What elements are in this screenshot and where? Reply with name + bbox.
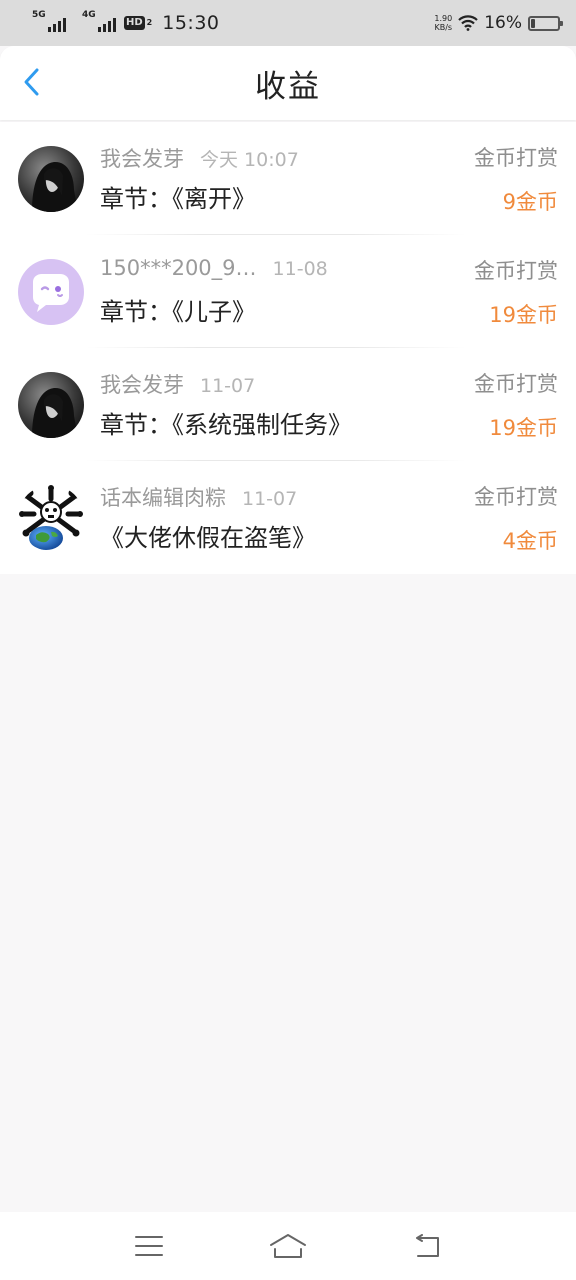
list-item[interactable]: 我会发芽 今天 10:07 章节：《离开》 金币打赏 9金币 [0, 122, 576, 235]
chapter-title: 《大佬休假在盗笔》 [100, 524, 316, 552]
hd-icon: HD [124, 16, 145, 30]
hooded-figure-avatar-icon [18, 145, 84, 212]
avatar[interactable] [18, 484, 84, 551]
row-right: 金币打赏 4金币 [474, 481, 558, 555]
page-title: 收益 [255, 68, 321, 105]
signal-4g-icon: 4G [82, 10, 116, 32]
row-right: 金币打赏 19金币 [474, 255, 558, 329]
chat-bubble-avatar-icon [18, 258, 84, 325]
network-speed-value: 1.90 [434, 14, 453, 23]
reward-amount: 19金币 [489, 415, 558, 440]
row-right: 金币打赏 19金币 [474, 368, 558, 442]
reward-amount: 4金币 [502, 528, 558, 553]
home-button[interactable] [266, 1226, 310, 1266]
row-meta: 话本编辑肉粽 11-07 [100, 482, 474, 512]
battery-percent: 16% [484, 13, 522, 33]
income-list: 我会发芽 今天 10:07 章节：《离开》 金币打赏 9金币 150***200… [0, 122, 576, 574]
signal-4g-label: 4G [82, 10, 96, 20]
record-time: 11-07 [200, 375, 256, 397]
row-text: 我会发芽 11-07 章节：《系统强制任务》 [100, 369, 474, 440]
status-bar: 5G 4G HD 2 15:30 1.90 KB/s 16% [0, 0, 576, 46]
row-meta: 我会发芽 11-07 [100, 369, 474, 399]
reward-amount: 9金币 [502, 189, 558, 214]
list-item[interactable]: 150***200_9… 11-08 章节：《儿子》 金币打赏 19金币 [0, 235, 576, 348]
menu-button[interactable] [127, 1226, 171, 1266]
menu-icon [135, 1236, 164, 1256]
user-name: 150***200_9… [100, 256, 257, 280]
signal-5g-label: 5G [32, 10, 46, 20]
row-meta: 150***200_9… 11-08 [100, 256, 474, 286]
user-name: 我会发芽 [100, 373, 184, 397]
chapter-title: 章节：《儿子》 [100, 298, 256, 326]
record-time: 11-08 [272, 258, 328, 280]
clock: 15:30 [162, 12, 220, 34]
screen: 5G 4G HD 2 15:30 1.90 KB/s 16% 收益 我会发芽 今… [0, 0, 576, 1280]
avatar[interactable] [18, 371, 84, 438]
record-time: 11-07 [242, 488, 298, 510]
record-time: 今天 10:07 [200, 149, 299, 171]
battery-icon [528, 15, 563, 31]
back-button[interactable] [14, 64, 50, 100]
hd-sub-label: 2 [146, 18, 153, 27]
row-right: 金币打赏 9金币 [474, 142, 558, 216]
user-name: 我会发芽 [100, 147, 184, 171]
system-nav-bar [0, 1212, 576, 1280]
avatar[interactable] [18, 258, 84, 325]
chapter-title: 章节：《离开》 [100, 185, 256, 213]
home-icon [269, 1234, 306, 1258]
reward-type: 金币打赏 [474, 371, 558, 396]
back-nav-button[interactable] [405, 1226, 449, 1266]
chapter-title: 章节：《系统强制任务》 [100, 411, 352, 439]
back-arrow-icon [415, 1234, 439, 1257]
user-name: 话本编辑肉粽 [100, 486, 226, 510]
list-item[interactable]: 我会发芽 11-07 章节：《系统强制任务》 金币打赏 19金币 [0, 348, 576, 461]
signal-5g-icon: 5G [32, 10, 66, 32]
hooded-figure-avatar-icon [18, 371, 84, 438]
header: 收益 [0, 46, 576, 120]
battery-fill [531, 18, 536, 28]
reward-amount: 19金币 [489, 302, 558, 327]
row-text: 我会发芽 今天 10:07 章节：《离开》 [100, 143, 474, 214]
reward-type: 金币打赏 [474, 258, 558, 283]
network-speed: 1.90 KB/s [434, 14, 452, 32]
row-text: 话本编辑肉粽 11-07 《大佬休假在盗笔》 [100, 482, 474, 553]
row-meta: 我会发芽 今天 10:07 [100, 143, 474, 173]
reward-type: 金币打赏 [474, 484, 558, 509]
network-speed-unit: KB/s [434, 23, 453, 32]
status-right: 1.90 KB/s 16% [434, 13, 563, 33]
reward-type: 金币打赏 [474, 145, 558, 170]
skull-globe-avatar-icon [18, 484, 84, 551]
row-text: 150***200_9… 11-08 章节：《儿子》 [100, 256, 474, 327]
list-item[interactable]: 话本编辑肉粽 11-07 《大佬休假在盗笔》 金币打赏 4金币 [0, 461, 576, 574]
chevron-left-icon [24, 68, 39, 96]
wifi-icon [458, 15, 478, 31]
status-left: 5G 4G HD 2 15:30 [32, 10, 220, 34]
avatar[interactable] [18, 145, 84, 212]
